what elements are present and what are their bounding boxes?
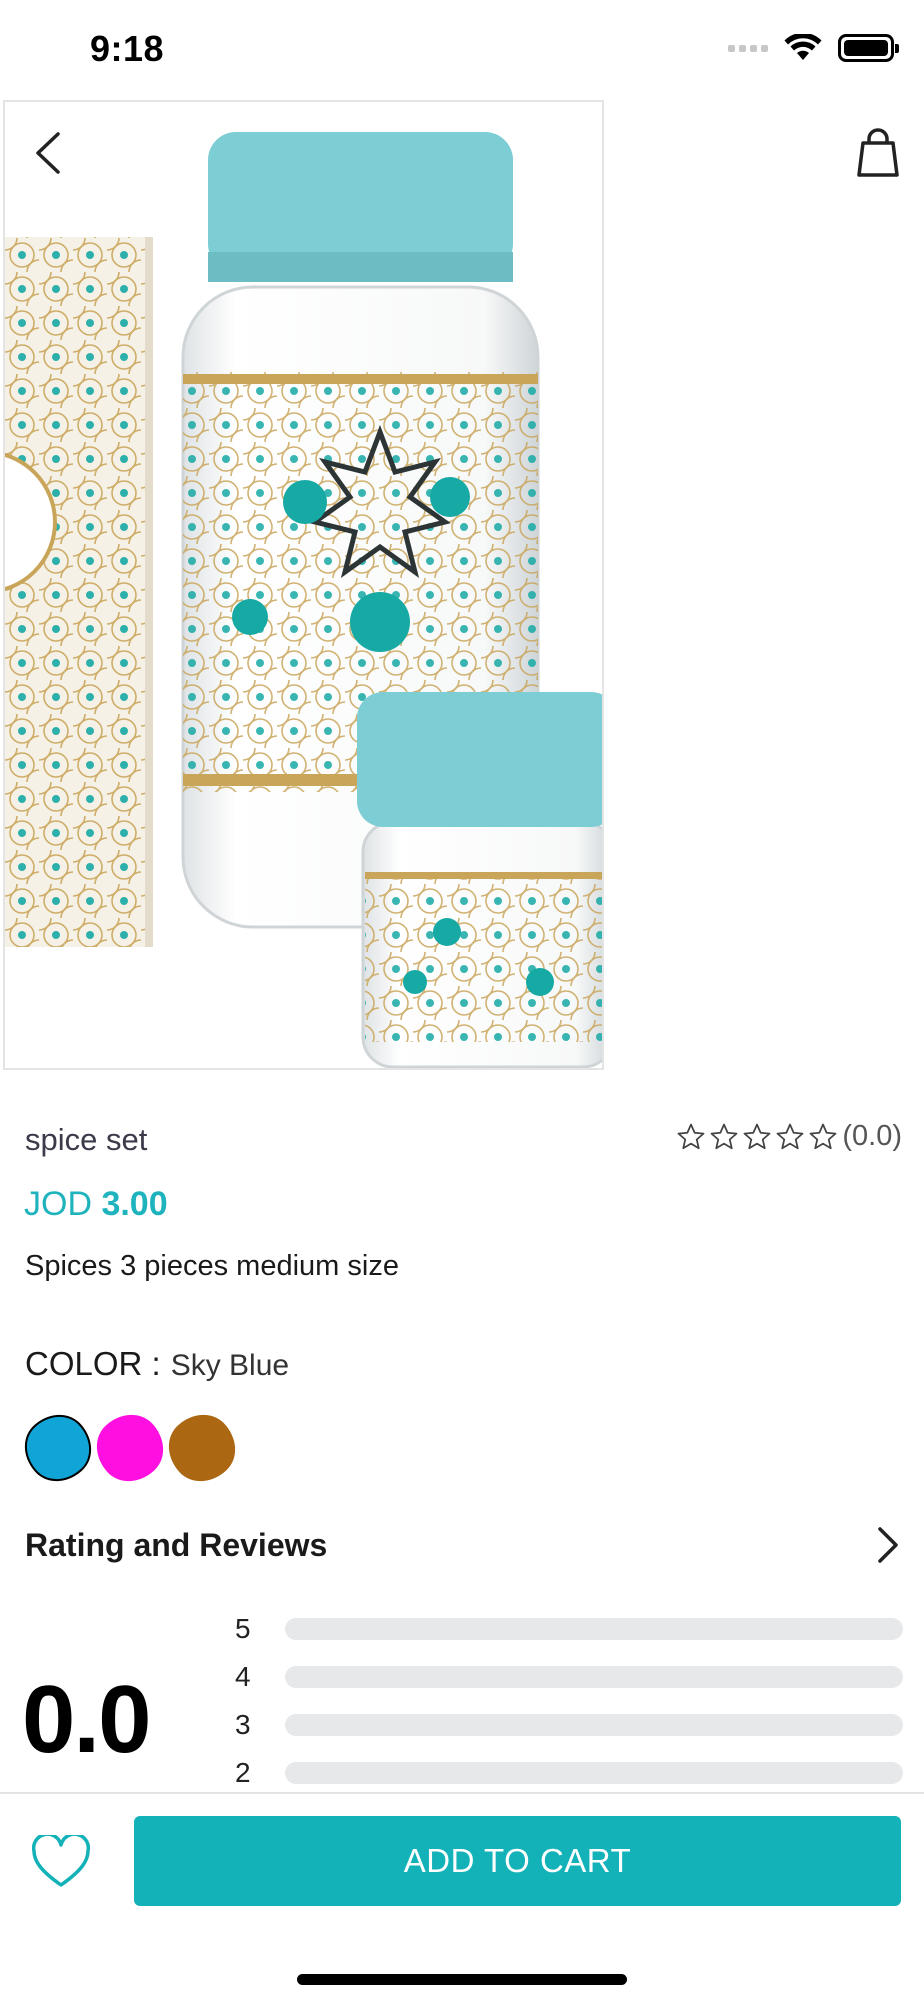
rating-bar-label: 4 bbox=[235, 1661, 251, 1692]
rating-bar-label: 3 bbox=[235, 1709, 251, 1740]
status-time: 9:18 bbox=[90, 28, 165, 69]
home-indicator bbox=[297, 1974, 627, 1985]
rating-bar-track bbox=[285, 1666, 903, 1688]
star-outline-icon bbox=[776, 1123, 804, 1149]
rating-distribution: 5 4 3 2 bbox=[235, 1605, 903, 1797]
color-label: COLOR : bbox=[25, 1345, 161, 1382]
shopping-bag-icon bbox=[857, 128, 899, 177]
battery-icon bbox=[838, 34, 899, 62]
rating-stars bbox=[676, 1122, 838, 1152]
chevron-right-icon bbox=[878, 1527, 898, 1563]
status-icons bbox=[728, 34, 899, 62]
cart-button[interactable] bbox=[850, 125, 906, 181]
star-outline-icon bbox=[743, 1123, 771, 1149]
heart-icon bbox=[31, 1835, 91, 1887]
star-outline-icon bbox=[710, 1123, 738, 1149]
product-description: Spices 3 pieces medium size bbox=[25, 1250, 399, 1282]
rating-bar-label: 5 bbox=[235, 1613, 251, 1644]
price-currency: JOD bbox=[24, 1185, 92, 1223]
rating-bar-row: 2 bbox=[235, 1749, 903, 1797]
favorite-button[interactable] bbox=[28, 1829, 94, 1895]
color-swatch[interactable] bbox=[11, 1401, 105, 1495]
rating-bar-track bbox=[285, 1618, 903, 1640]
star-outline-icon bbox=[809, 1123, 837, 1149]
cellular-signal-icon bbox=[728, 44, 768, 52]
rating-bar-label: 2 bbox=[235, 1757, 251, 1788]
price-amount: 3.00 bbox=[101, 1185, 168, 1223]
reviews-title: Rating and Reviews bbox=[25, 1526, 328, 1563]
rating-value: (0.0) bbox=[842, 1120, 902, 1152]
color-swatch[interactable] bbox=[83, 1401, 177, 1495]
rating-bar-track bbox=[285, 1762, 903, 1784]
star-outline-icon bbox=[677, 1123, 705, 1149]
product-rating: (0.0) bbox=[676, 1120, 902, 1153]
rating-bar-row: 5 bbox=[235, 1605, 903, 1653]
average-rating-score: 0.0 bbox=[22, 1666, 151, 1773]
rating-reviews-link[interactable]: Rating and Reviews bbox=[25, 1515, 900, 1575]
rating-bar-track bbox=[285, 1714, 903, 1736]
product-image bbox=[3, 100, 604, 1070]
wifi-icon bbox=[784, 34, 822, 60]
product-title: spice set bbox=[25, 1122, 148, 1157]
color-swatches bbox=[11, 1401, 249, 1495]
back-button[interactable] bbox=[22, 125, 72, 181]
bottom-action-bar: ADD TO CART bbox=[0, 1792, 924, 2000]
color-swatch[interactable] bbox=[155, 1401, 249, 1495]
status-bar: 9:18 bbox=[0, 0, 924, 100]
chevron-left-icon bbox=[36, 132, 60, 174]
rating-bar-row: 3 bbox=[235, 1701, 903, 1749]
rating-bar-row: 4 bbox=[235, 1653, 903, 1701]
color-selection-label: COLOR : Sky Blue bbox=[25, 1345, 289, 1383]
product-price: JOD 3.00 bbox=[24, 1185, 168, 1224]
selected-color-name: Sky Blue bbox=[170, 1349, 290, 1382]
add-to-cart-button[interactable]: ADD TO CART bbox=[134, 1816, 901, 1906]
